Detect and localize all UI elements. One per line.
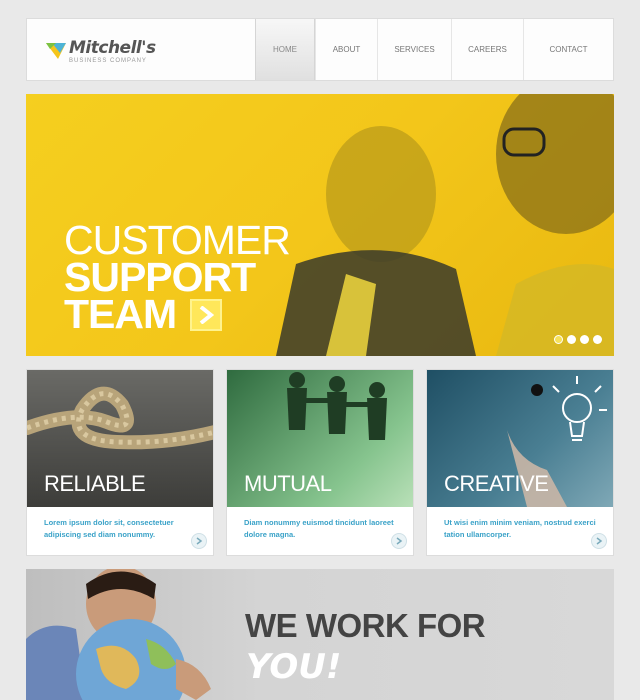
- main-nav: HOME ABOUT SERVICES CAREERS CONTACT: [255, 19, 613, 80]
- chevron-right-icon: [196, 537, 203, 545]
- slider-dots: [554, 335, 602, 344]
- globe-hug-photo: [26, 569, 211, 700]
- nav-careers[interactable]: CAREERS: [451, 19, 523, 80]
- chevron-right-icon: [396, 537, 403, 545]
- card-image-rope: RELIABLE: [27, 370, 213, 507]
- chevron-right-icon: [596, 537, 603, 545]
- card-title: MUTUAL: [244, 471, 332, 496]
- logo[interactable]: Mitchell's BUSINESS COMPANY: [27, 19, 255, 80]
- site-header: Mitchell's BUSINESS COMPANY HOME ABOUT S…: [26, 18, 614, 81]
- card-text: Ut wisi enim minim veniam, nostrud exerc…: [444, 518, 596, 539]
- card-more-button[interactable]: [591, 533, 607, 549]
- slider-dot-4[interactable]: [593, 335, 602, 344]
- slider-dot-2[interactable]: [567, 335, 576, 344]
- banner-heading: WE WORK FOR: [245, 607, 486, 644]
- nav-services[interactable]: SERVICES: [377, 19, 451, 80]
- hero-next-button[interactable]: [190, 298, 223, 331]
- card-more-button[interactable]: [191, 533, 207, 549]
- feature-card-creative: CREATIVE Ut wisi enim minim veniam, nost…: [426, 369, 614, 556]
- slider-dot-3[interactable]: [580, 335, 589, 344]
- logo-name: Mitchell's: [69, 38, 156, 58]
- logo-mark-icon: [46, 43, 66, 59]
- banner-subheading: YOU!: [246, 647, 342, 687]
- card-text: Lorem ipsum dolor sit, consectetuer adip…: [44, 518, 174, 539]
- hero-headline: CUSTOMER SUPPORT TEAM: [64, 220, 291, 337]
- nav-contact[interactable]: CONTACT: [523, 19, 613, 80]
- hero-slider: CUSTOMER SUPPORT TEAM: [26, 94, 614, 356]
- card-text: Diam nonummy euismod tincidunt laoreet d…: [244, 518, 394, 539]
- nav-home[interactable]: HOME: [255, 19, 315, 80]
- card-image-paper-people: MUTUAL: [227, 370, 413, 507]
- hero-line-3-text: TEAM: [64, 291, 177, 337]
- nav-about[interactable]: ABOUT: [315, 19, 377, 80]
- card-title: CREATIVE: [444, 471, 549, 496]
- feature-card-reliable: RELIABLE Lorem ipsum dolor sit, consecte…: [26, 369, 214, 556]
- slider-dot-1[interactable]: [554, 335, 563, 344]
- card-image-lightbulb: CREATIVE: [427, 370, 613, 507]
- hero-line-3: TEAM: [64, 291, 290, 337]
- card-more-button[interactable]: [391, 533, 407, 549]
- card-title: RELIABLE: [44, 471, 146, 496]
- logo-tagline: BUSINESS COMPANY: [69, 58, 147, 64]
- bottom-banner: WE WORK FOR YOU!: [26, 569, 614, 700]
- chevron-right-icon: [199, 305, 215, 324]
- feature-card-mutual: MUTUAL Diam nonummy euismod tincidunt la…: [226, 369, 414, 556]
